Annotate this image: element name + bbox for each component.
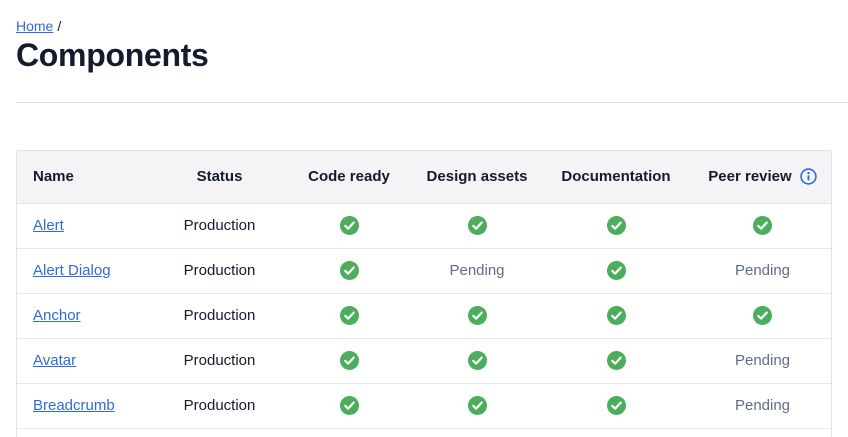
- info-icon[interactable]: [800, 168, 817, 185]
- status-text: Production: [183, 262, 256, 279]
- components-table: Name Status Code ready Design assets Doc…: [17, 151, 831, 437]
- check-circle-icon: [606, 351, 626, 370]
- table-row: Alert Dialog Production Pending Pending: [17, 248, 831, 294]
- table-row: Alert Production: [17, 203, 831, 249]
- breadcrumb-home-link[interactable]: Home: [16, 18, 53, 34]
- check-circle-icon: [339, 351, 359, 370]
- column-header-code-ready: Code ready: [282, 151, 416, 204]
- check-circle-icon: [606, 396, 626, 415]
- status-text: Production: [183, 397, 256, 414]
- component-link[interactable]: Alert: [33, 217, 64, 234]
- breadcrumb: Home /: [16, 16, 848, 36]
- page-title: Components: [16, 37, 209, 73]
- components-table-card: Name Status Code ready Design assets Doc…: [16, 150, 832, 437]
- status-text: Production: [183, 307, 256, 324]
- pending-label: Pending: [449, 262, 505, 279]
- component-link[interactable]: Anchor: [33, 307, 81, 324]
- table-row: Anchor Production: [17, 293, 831, 339]
- check-circle-icon: [339, 396, 359, 415]
- column-header-design-assets: Design assets: [416, 151, 538, 204]
- check-circle-icon: [339, 306, 359, 325]
- check-circle-icon: [467, 306, 487, 325]
- peer-review-label: Peer review: [708, 168, 792, 186]
- check-circle-icon: [339, 261, 359, 280]
- check-circle-icon: [753, 306, 772, 325]
- check-circle-icon: [606, 306, 626, 325]
- column-header-status: Status: [157, 151, 282, 204]
- check-circle-icon: [467, 351, 487, 370]
- check-circle-icon: [339, 216, 359, 235]
- column-header-documentation: Documentation: [538, 151, 694, 204]
- component-link[interactable]: Breadcrumb: [33, 397, 115, 414]
- pending-label: Pending: [734, 352, 791, 369]
- column-header-peer-review: Peer review: [694, 151, 831, 204]
- column-header-name: Name: [17, 151, 157, 204]
- breadcrumb-separator: /: [57, 18, 62, 34]
- table-row: Breadcrumb Production Pending: [17, 383, 831, 429]
- table-row: Avatar Production Pending: [17, 338, 831, 384]
- check-circle-icon: [606, 261, 626, 280]
- table-header-row: Name Status Code ready Design assets Doc…: [17, 151, 831, 204]
- check-circle-icon: [467, 216, 487, 235]
- status-text: Production: [183, 217, 256, 234]
- divider: [16, 102, 848, 103]
- table-body: Alert Production Alert Dialog Production…: [17, 203, 831, 437]
- check-circle-icon: [753, 216, 772, 235]
- component-link[interactable]: Alert Dialog: [33, 262, 111, 279]
- pending-label: Pending: [734, 397, 791, 414]
- page: Home / Components Name Status Code ready …: [0, 0, 848, 437]
- table-row-partial: [17, 428, 831, 437]
- check-circle-icon: [467, 396, 487, 415]
- component-link[interactable]: Avatar: [33, 352, 76, 369]
- pending-label: Pending: [734, 262, 791, 279]
- status-text: Production: [183, 352, 256, 369]
- check-circle-icon: [606, 216, 626, 235]
